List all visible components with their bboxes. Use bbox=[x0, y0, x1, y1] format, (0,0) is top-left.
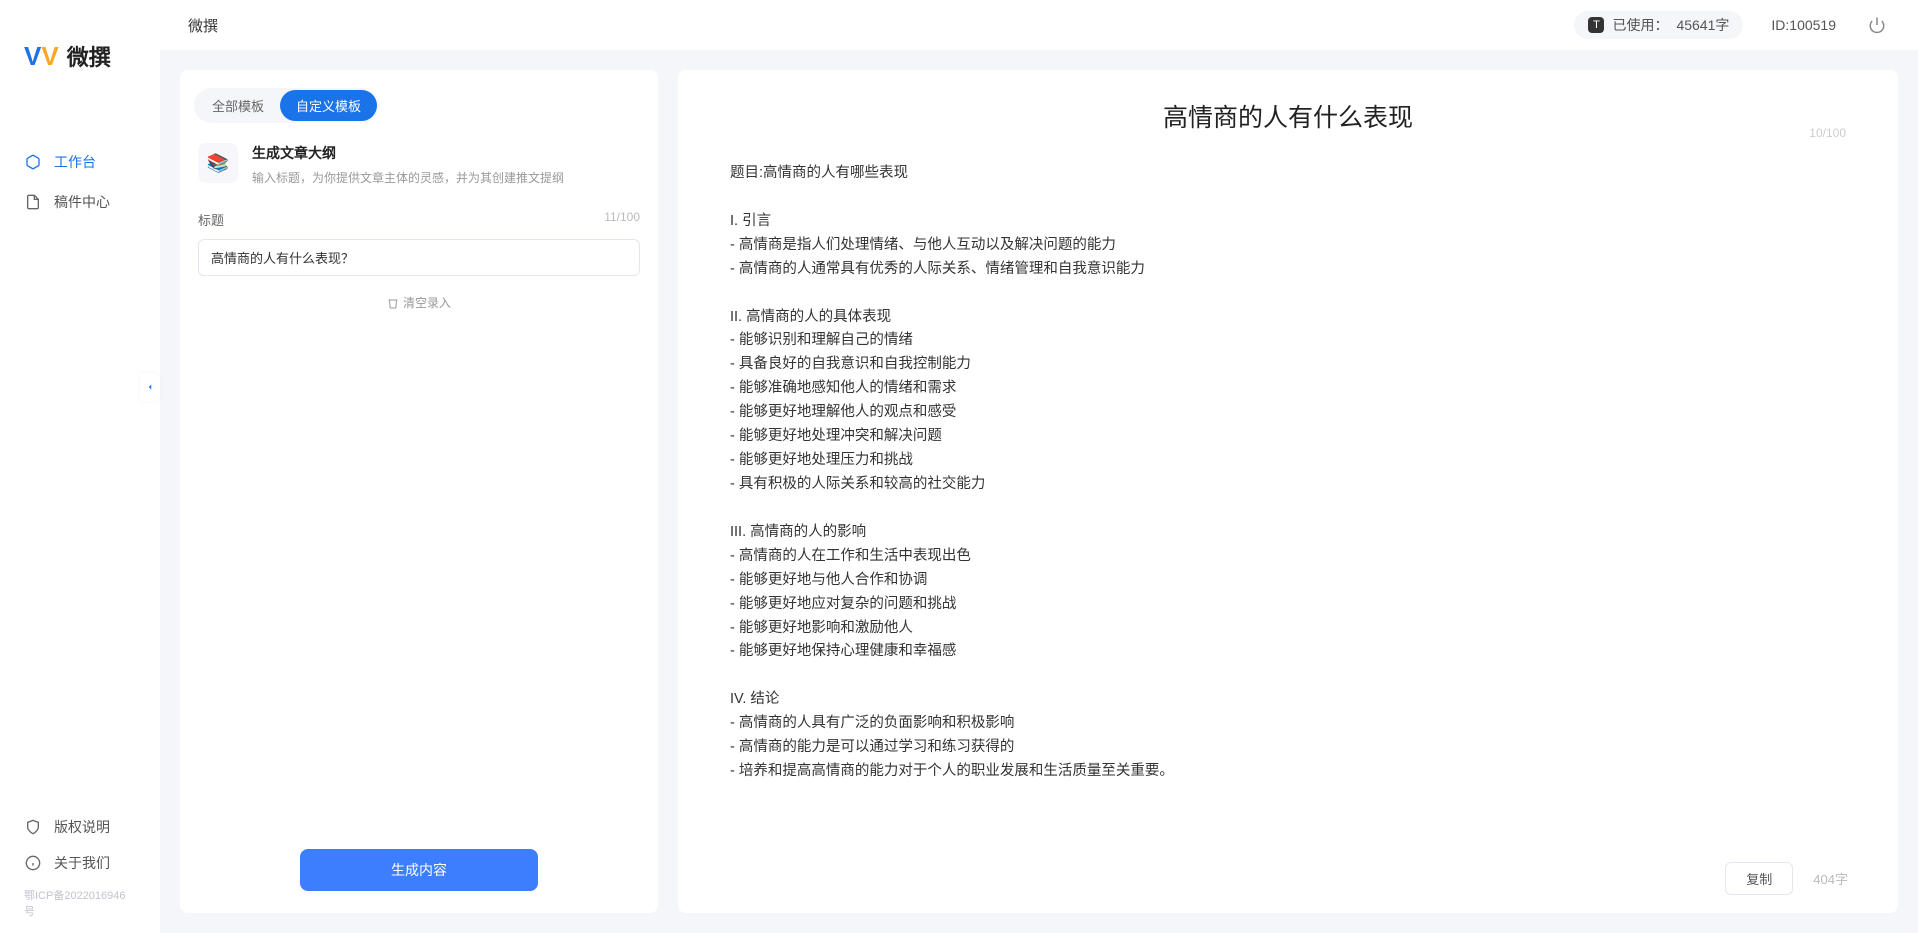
page-title: 微撰 bbox=[188, 15, 218, 36]
power-icon[interactable] bbox=[1864, 12, 1890, 38]
cube-icon bbox=[24, 153, 42, 171]
usage-count: 45641字 bbox=[1676, 15, 1729, 35]
nav-copyright[interactable]: 版权说明 bbox=[0, 809, 160, 845]
tab-custom-template[interactable]: 自定义模板 bbox=[280, 90, 377, 121]
template-name: 生成文章大纲 bbox=[252, 143, 564, 163]
generate-button[interactable]: 生成内容 bbox=[300, 849, 538, 891]
result-body[interactable]: 题目:高情商的人有哪些表现 I. 引言 - 高情商是指人们处理情绪、与他人互动以… bbox=[678, 140, 1898, 848]
sidebar: VV 微撰 工作台 稿件中心 版权说明 关于我们 bbox=[0, 0, 160, 933]
sidebar-collapse-handle[interactable] bbox=[140, 373, 160, 401]
info-icon bbox=[24, 854, 42, 872]
nav-workbench[interactable]: 工作台 bbox=[0, 142, 160, 182]
field-counter: 11/100 bbox=[604, 210, 640, 224]
nav-label: 关于我们 bbox=[54, 853, 110, 873]
sidebar-bottom: 版权说明 关于我们 鄂ICP备2022016946号 bbox=[0, 809, 160, 923]
logo-icon: VV bbox=[24, 41, 59, 72]
result-header: 高情商的人有什么表现 10/100 bbox=[678, 70, 1898, 140]
field-label: 标题 bbox=[198, 213, 224, 228]
clear-label: 清空录入 bbox=[403, 296, 451, 310]
user-id: ID:100519 bbox=[1771, 17, 1836, 33]
copy-button[interactable]: 复制 bbox=[1725, 862, 1793, 895]
title-input[interactable] bbox=[198, 239, 640, 276]
tab-all-templates[interactable]: 全部模板 bbox=[196, 90, 280, 121]
topbar-right: T 已使用： 45641字 ID:100519 bbox=[1574, 11, 1890, 39]
result-panel: 高情商的人有什么表现 10/100 题目:高情商的人有哪些表现 I. 引言 - … bbox=[678, 70, 1898, 913]
nav-about[interactable]: 关于我们 bbox=[0, 845, 160, 881]
logo: VV 微撰 bbox=[0, 20, 160, 102]
template-tabs: 全部模板 自定义模板 bbox=[194, 88, 379, 123]
shield-icon bbox=[24, 818, 42, 836]
template-card: 📚 生成文章大纲 输入标题，为你提供文章主体的灵感，并为其创建推文提纲 bbox=[180, 139, 658, 202]
input-panel: 全部模板 自定义模板 📚 生成文章大纲 输入标题，为你提供文章主体的灵感，并为其… bbox=[180, 70, 658, 913]
books-icon: 📚 bbox=[198, 143, 238, 183]
logo-text: 微撰 bbox=[67, 40, 111, 72]
nav-label: 版权说明 bbox=[54, 817, 110, 837]
usage-badge-icon: T bbox=[1588, 17, 1604, 33]
trash-icon bbox=[387, 297, 399, 309]
usage-prefix: 已使用： bbox=[1612, 15, 1668, 35]
nav-label: 稿件中心 bbox=[54, 192, 110, 212]
title-field: 标题 11/100 bbox=[180, 202, 658, 276]
clear-input-button[interactable]: 清空录入 bbox=[180, 276, 658, 329]
template-desc: 输入标题，为你提供文章主体的灵感，并为其创建推文提纲 bbox=[252, 169, 564, 186]
result-footer: 复制 404字 bbox=[678, 848, 1898, 913]
word-count: 404字 bbox=[1813, 869, 1848, 888]
result-title[interactable]: 高情商的人有什么表现 bbox=[728, 98, 1848, 134]
usage-pill[interactable]: T 已使用： 45641字 bbox=[1574, 11, 1743, 39]
topbar: 微撰 T 已使用： 45641字 ID:100519 bbox=[160, 0, 1918, 50]
document-icon bbox=[24, 193, 42, 211]
nav-main: 工作台 稿件中心 bbox=[0, 102, 160, 809]
nav-label: 工作台 bbox=[54, 152, 96, 172]
title-counter: 10/100 bbox=[1809, 126, 1846, 140]
nav-drafts[interactable]: 稿件中心 bbox=[0, 182, 160, 222]
icp-text: 鄂ICP备2022016946号 bbox=[0, 881, 160, 919]
main: 全部模板 自定义模板 📚 生成文章大纲 输入标题，为你提供文章主体的灵感，并为其… bbox=[160, 50, 1918, 933]
